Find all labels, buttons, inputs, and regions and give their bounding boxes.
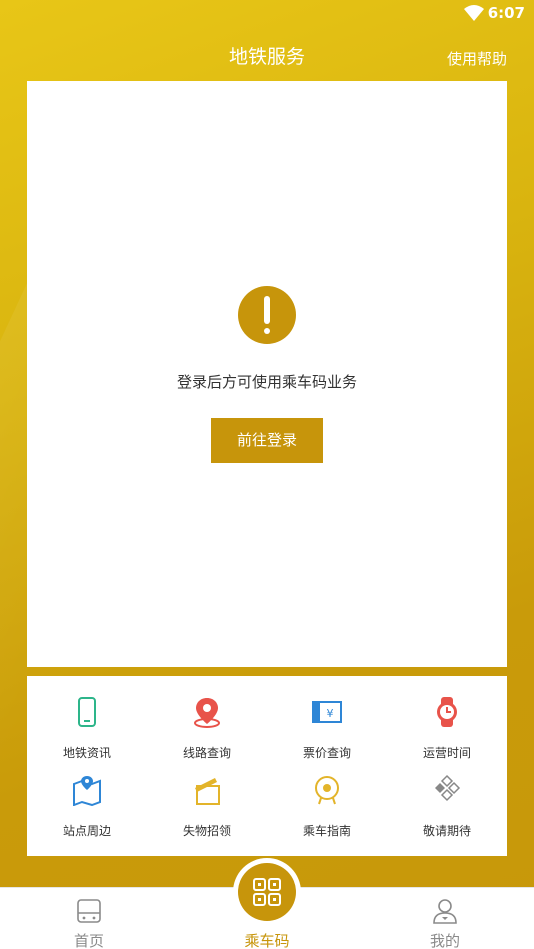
service-lost-and-found[interactable]: 失物招领 xyxy=(147,754,267,838)
login-button[interactable]: 前往登录 xyxy=(211,418,323,463)
service-operating-hours[interactable]: 运营时间 xyxy=(387,676,507,760)
service-route-search[interactable]: 线路查询 xyxy=(147,676,267,760)
box-icon xyxy=(195,778,220,805)
login-message: 登录后方可使用乘车码业务 xyxy=(176,373,357,391)
train-icon xyxy=(77,899,101,923)
status-bar: 6:07 xyxy=(0,0,534,28)
tab-home[interactable]: 首页 xyxy=(0,888,178,949)
service-station-nearby[interactable]: 站点周边 xyxy=(27,754,147,838)
diamond-grid-icon xyxy=(435,774,461,802)
service-riding-guide[interactable]: 乘车指南 xyxy=(267,754,387,838)
phone-icon xyxy=(78,697,96,727)
location-pin-icon xyxy=(194,698,220,728)
map-icon xyxy=(73,776,101,806)
service-fare-search[interactable]: ¥ 票价查询 xyxy=(267,676,387,760)
user-icon xyxy=(433,899,457,924)
qr-code-button[interactable] xyxy=(238,863,296,921)
clock-icon xyxy=(437,697,457,727)
tab-label: 我的 xyxy=(429,932,460,949)
ticket-icon: ¥ xyxy=(312,701,342,723)
service-label: 失物招领 xyxy=(182,824,231,838)
guide-icon xyxy=(315,776,339,805)
wifi-icon xyxy=(464,5,484,21)
service-label: 站点周边 xyxy=(62,824,111,838)
service-coming-soon[interactable]: 敬请期待 xyxy=(387,754,507,838)
alert-icon xyxy=(238,286,296,344)
svg-text:¥: ¥ xyxy=(327,707,334,720)
tab-mine[interactable]: 我的 xyxy=(356,888,534,949)
service-label: 乘车指南 xyxy=(302,824,351,838)
status-time: 6:07 xyxy=(487,4,525,22)
service-label: 敬请期待 xyxy=(422,824,471,838)
help-button[interactable]: 使用帮助 xyxy=(447,48,507,69)
qr-code-icon xyxy=(253,878,281,906)
tab-label: 乘车码 xyxy=(244,932,290,949)
tab-label: 首页 xyxy=(73,932,104,949)
login-prompt-card: 登录后方可使用乘车码业务 前往登录 xyxy=(27,81,507,667)
services-grid: 地铁资讯 线路查询 ¥ 票价查询 运营时间 站点周边 失物招领 乘车指南 敬请期… xyxy=(27,676,507,856)
service-metro-news[interactable]: 地铁资讯 xyxy=(27,676,147,760)
